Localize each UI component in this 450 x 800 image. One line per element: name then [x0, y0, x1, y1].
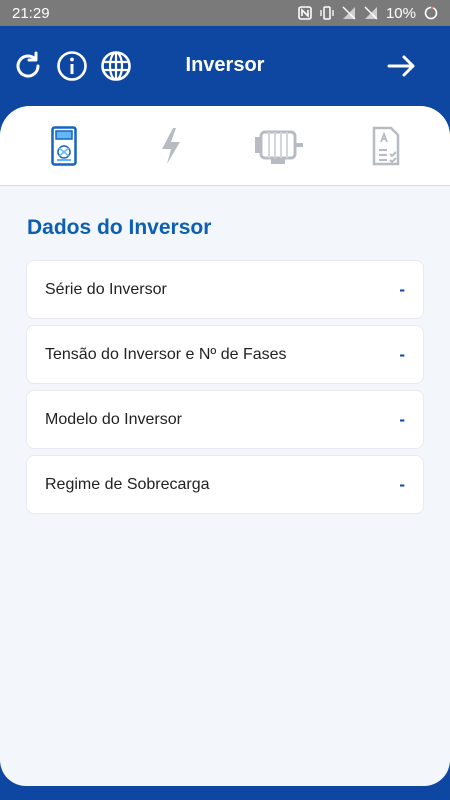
item-label: Série do Inversor	[45, 280, 167, 298]
item-label: Modelo do Inversor	[45, 410, 182, 428]
document-checklist-icon	[372, 126, 400, 166]
list-item-overload-regime[interactable]: Regime de Sobrecarga -	[26, 455, 424, 514]
bottom-bar	[0, 786, 450, 800]
tab-inverter[interactable]	[34, 116, 94, 176]
no-signal-icon	[342, 6, 356, 20]
content-sheet: Dados do Inversor Série do Inversor - Te…	[0, 106, 450, 786]
item-value: -	[399, 279, 405, 299]
list-item-inverter-voltage-phases[interactable]: Tensão do Inversor e Nº de Fases -	[26, 325, 424, 384]
nfc-icon	[298, 6, 312, 20]
item-value: -	[399, 344, 405, 364]
no-signal-icon	[364, 6, 378, 20]
status-time: 21:29	[12, 4, 50, 22]
battery-percent: 10%	[385, 4, 416, 22]
lightning-icon	[159, 126, 183, 166]
list-item-inverter-series[interactable]: Série do Inversor -	[26, 260, 424, 319]
status-bar: 21:29 10%	[0, 0, 450, 26]
item-label: Tensão do Inversor e Nº de Fases	[45, 345, 287, 363]
arrow-right-icon[interactable]	[386, 50, 418, 82]
tab-power[interactable]	[141, 116, 201, 176]
tab-checklist[interactable]	[356, 116, 416, 176]
status-icons: 10%	[298, 5, 438, 22]
item-value: -	[399, 409, 405, 429]
tab-strip	[0, 106, 450, 186]
motor-icon	[253, 126, 305, 166]
inverter-icon	[51, 125, 77, 166]
page-title: Inversor	[185, 54, 265, 76]
list-item-inverter-model[interactable]: Modelo do Inversor -	[26, 390, 424, 449]
inverter-data-list: Série do Inversor - Tensão do Inversor e…	[26, 260, 424, 514]
battery-ring-icon	[424, 6, 438, 20]
section-title: Dados do Inversor	[27, 216, 212, 239]
item-value: -	[399, 474, 405, 494]
item-label: Regime de Sobrecarga	[45, 475, 210, 493]
tab-motor[interactable]	[249, 116, 309, 176]
app-bar: Inversor	[0, 26, 450, 106]
vibrate-icon	[320, 6, 334, 20]
